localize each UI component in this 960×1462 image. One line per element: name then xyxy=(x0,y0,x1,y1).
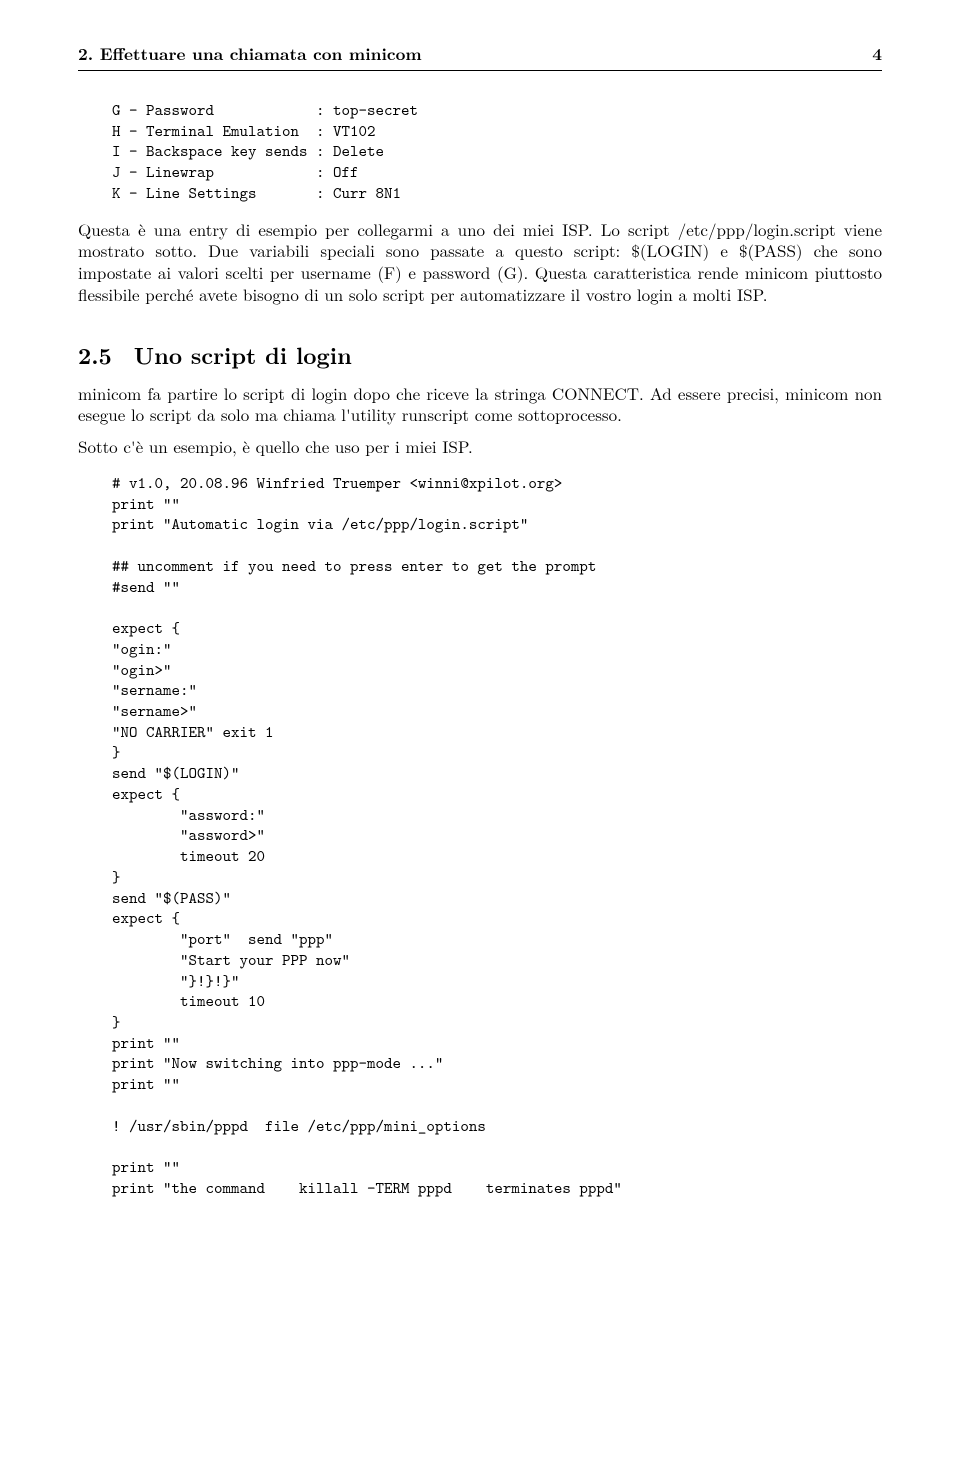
section-heading-2-5: 2.5 Uno script di login xyxy=(78,338,882,371)
header-title: 2. Effettuare una chiamata con minicom xyxy=(78,42,422,66)
login-script-block: # v1.0, 20.08.96 Winfried Truemper <winn… xyxy=(78,474,882,1200)
header-rule xyxy=(78,70,882,71)
page: 2. Effettuare una chiamata con minicom 4… xyxy=(0,0,960,1240)
paragraph-login-script-intro: minicom fa partire lo script di login do… xyxy=(78,383,882,427)
paragraph-login-script-example-intro: Sotto c'è un esempio, è quello che uso p… xyxy=(78,436,882,458)
header-page-number: 4 xyxy=(872,42,882,66)
section-title: Uno script di login xyxy=(134,338,352,371)
minicom-config-block: G - Password : top-secret H - Terminal E… xyxy=(78,101,882,205)
page-header: 2. Effettuare una chiamata con minicom 4 xyxy=(78,42,882,66)
section-number: 2.5 xyxy=(78,338,112,371)
paragraph-config-explain: Questa è una entry di esempio per colleg… xyxy=(78,219,882,306)
